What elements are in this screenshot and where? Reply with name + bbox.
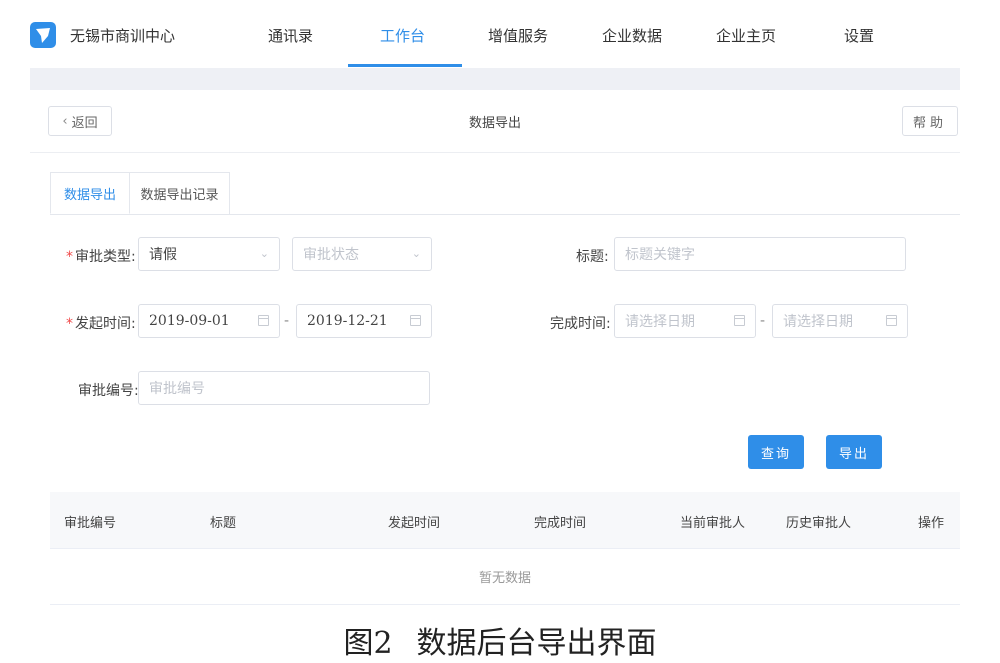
finish-date-to-placeholder: 请选择日期 xyxy=(783,314,853,330)
approval-type-label: * 审批类型: xyxy=(66,249,136,265)
finish-date-to[interactable]: 请选择日期 xyxy=(772,304,908,338)
finish-time-label: 完成时间: xyxy=(550,316,611,332)
start-time-label: * 发起时间: xyxy=(66,316,136,332)
calendar-icon xyxy=(258,315,269,326)
top-nav: 无锡市商训中心 通讯录 工作台 增值服务 企业数据 企业主页 设置 xyxy=(30,0,960,68)
figure-caption-text: 数据后台导出界面 xyxy=(416,626,657,661)
figure-caption: 图2 数据后台导出界面 xyxy=(0,618,1000,662)
nav-item-workbench[interactable]: 工作台 xyxy=(380,25,425,46)
required-marker: * xyxy=(66,249,73,265)
approval-status-placeholder: 审批状态 xyxy=(303,247,359,263)
start-date-from-value: 2019-09-01 xyxy=(149,313,230,329)
calendar-icon xyxy=(410,315,421,326)
approval-no-placeholder: 审批编号 xyxy=(149,381,205,397)
approval-status-select[interactable]: 审批状态 ⌄ xyxy=(292,237,432,271)
column-header: 操作 xyxy=(918,516,945,531)
range-separator: - xyxy=(760,313,766,329)
approval-type-value: 请假 xyxy=(149,247,177,263)
calendar-icon xyxy=(886,315,897,326)
nav-item-settings[interactable]: 设置 xyxy=(844,25,874,46)
page-header: ‹ 返回 数据导出 帮助 xyxy=(30,90,960,153)
nav-item-value-added[interactable]: 增值服务 xyxy=(488,25,548,46)
title-label: 标题: xyxy=(576,249,609,265)
figure-number: 图2 xyxy=(343,626,393,661)
title-placeholder: 标题关键字 xyxy=(625,247,695,263)
table-header: 审批编号 标题 发起时间 完成时间 当前审批人 历史审批人 操作 xyxy=(50,492,960,549)
nav-item-enterprise-data[interactable]: 企业数据 xyxy=(602,25,662,46)
export-button[interactable]: 导出 xyxy=(826,435,882,469)
finish-date-from-placeholder: 请选择日期 xyxy=(625,314,695,330)
chevron-down-icon: ⌄ xyxy=(411,247,421,260)
app-logo-icon xyxy=(30,22,56,48)
start-date-to-value: 2019-12-21 xyxy=(307,313,388,329)
nav-item-enterprise-home[interactable]: 企业主页 xyxy=(716,25,776,46)
column-header: 标题 xyxy=(210,516,237,531)
table-empty-state: 暂无数据 xyxy=(50,548,960,605)
finish-date-from[interactable]: 请选择日期 xyxy=(614,304,756,338)
org-name: 无锡市商训中心 xyxy=(70,27,176,45)
nav-separator-band xyxy=(30,68,960,90)
required-marker: * xyxy=(66,316,73,332)
page-title: 数据导出 xyxy=(468,116,521,131)
query-button[interactable]: 查询 xyxy=(748,435,804,469)
title-input[interactable]: 标题关键字 xyxy=(614,237,906,271)
approval-type-select[interactable]: 请假 ⌄ xyxy=(138,237,280,271)
column-header: 发起时间 xyxy=(388,516,441,531)
tab-data-export[interactable]: 数据导出 xyxy=(50,172,130,214)
active-nav-indicator xyxy=(348,64,462,67)
column-header: 完成时间 xyxy=(534,516,587,531)
approval-no-input[interactable]: 审批编号 xyxy=(138,371,430,405)
start-date-from[interactable]: 2019-09-01 xyxy=(138,304,280,338)
range-separator: - xyxy=(284,313,290,329)
start-date-to[interactable]: 2019-12-21 xyxy=(296,304,432,338)
chevron-down-icon: ⌄ xyxy=(259,247,269,260)
approval-no-label: 审批编号: xyxy=(78,383,139,399)
calendar-icon xyxy=(734,315,745,326)
tab-bar: 数据导出 数据导出记录 xyxy=(50,172,960,215)
help-button[interactable]: 帮助 xyxy=(902,106,958,136)
nav-item-contacts[interactable]: 通讯录 xyxy=(268,25,313,46)
column-header: 历史审批人 xyxy=(786,516,852,531)
column-header: 当前审批人 xyxy=(680,516,746,531)
column-header: 审批编号 xyxy=(64,516,117,531)
tab-export-records[interactable]: 数据导出记录 xyxy=(130,172,230,214)
